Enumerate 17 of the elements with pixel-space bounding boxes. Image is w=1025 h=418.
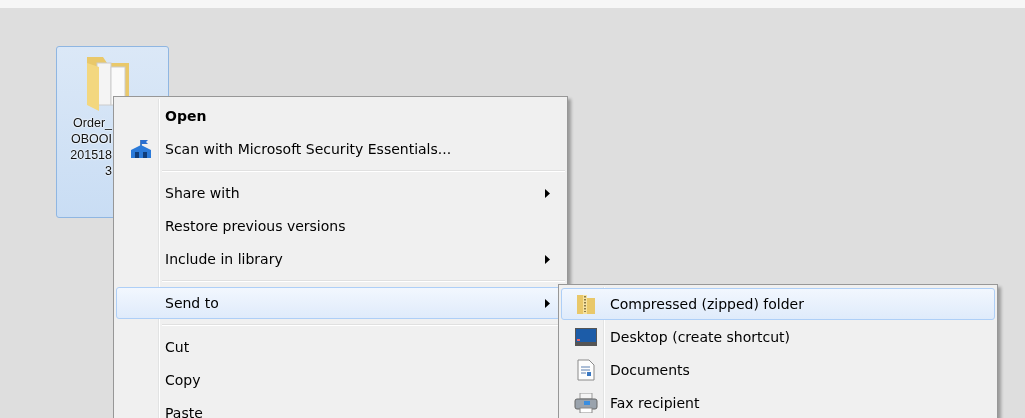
menu-item[interactable]: Fax recipient [561,387,995,418]
icon-label: Order_ [73,115,112,131]
zip-folder-icon [576,293,596,315]
house-flag-icon [129,139,153,159]
icon-label: OBOOI [71,131,112,147]
menu-item[interactable]: Documents [561,354,995,386]
submenu-arrow-icon [545,254,550,264]
icon-label: 3 [105,163,112,179]
icon-label: 201518 [70,147,112,163]
menu-item[interactable]: Desktop (create shortcut) [561,321,995,353]
document-icon [577,359,595,381]
menu-item[interactable]: Include in library [116,243,565,275]
submenu-arrow-icon [545,188,550,198]
monitor-icon [575,328,597,346]
fax-icon [574,393,598,413]
submenu-arrow-icon [545,298,550,308]
menu-item[interactable]: Compressed (zipped) folder [561,288,995,320]
